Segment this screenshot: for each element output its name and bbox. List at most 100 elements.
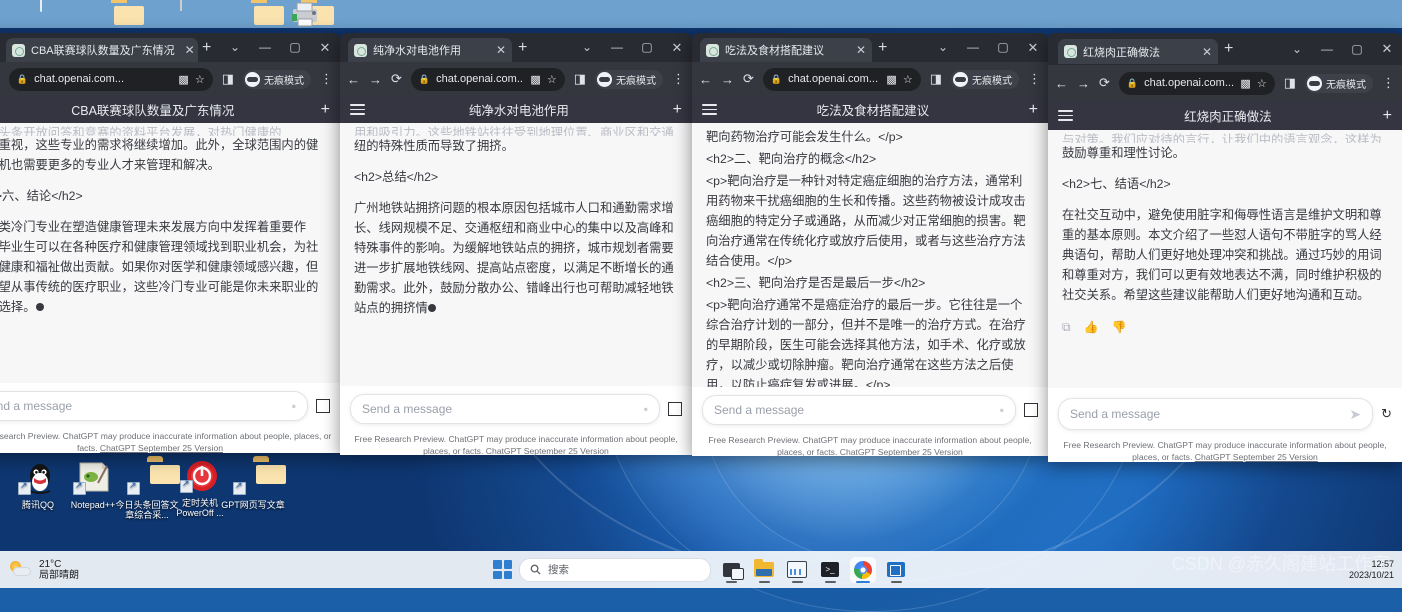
qr-code-icon[interactable]: ▩ (886, 73, 896, 86)
conversation-content[interactable]: 与对策。我们应对待的言行，让我们中的语言观念，这样为了 鼓励尊重和理性讨论。 <… (1048, 130, 1402, 388)
taskbar-search[interactable]: 搜索 (519, 557, 711, 582)
close-tab-icon[interactable]: ✕ (852, 43, 866, 57)
version-link[interactable]: ChatGPT September 25 Version (840, 447, 963, 456)
address-bar[interactable]: 🔒 chat.openai.com... ▩ ☆ (410, 67, 565, 91)
back-icon[interactable]: ← (699, 72, 712, 87)
stop-generating-icon[interactable] (1024, 403, 1038, 417)
taskbar-task-view[interactable] (718, 557, 744, 583)
qr-code-icon[interactable]: ▩ (1240, 77, 1250, 90)
message-input[interactable]: Send a message ▪ (702, 395, 1016, 425)
taskbar-file-explorer[interactable] (751, 557, 777, 583)
bookmark-star-icon[interactable]: ☆ (547, 73, 557, 86)
window-controls[interactable]: ⌄ — ▢ ✕ (220, 33, 340, 62)
side-panel-icon[interactable]: ◨ (222, 71, 234, 87)
address-bar[interactable]: 🔒 chat.openai.com... ▩ ☆ (762, 67, 921, 91)
regenerate-icon[interactable]: ↻ (1381, 406, 1392, 422)
side-panel-icon[interactable]: ◨ (1284, 75, 1296, 91)
window-controls[interactable]: ⌄ — ▢ ✕ (1282, 33, 1402, 65)
conversation-content[interactable]: 靶向药物治疗可能会发生什么。</p> <h2>二、靶向治疗的概念</h2> <p… (692, 123, 1048, 387)
new-chat-icon[interactable]: + (673, 101, 682, 117)
send-icon[interactable]: ▪ (292, 399, 296, 413)
close-window-button[interactable]: ✕ (662, 33, 692, 62)
send-icon[interactable]: ▪ (644, 402, 648, 416)
window-controls[interactable]: ⌄ — ▢ ✕ (572, 33, 692, 62)
close-window-button[interactable]: ✕ (310, 33, 340, 62)
minimize-button[interactable]: — (250, 33, 280, 62)
browser-tab[interactable]: 纯净水对电池作用 ✕ (348, 38, 512, 62)
side-panel-icon[interactable]: ◨ (574, 71, 586, 87)
menu-icon[interactable] (350, 101, 365, 118)
menu-icon[interactable] (702, 101, 717, 118)
copy-icon[interactable]: ⧉ (1062, 320, 1071, 335)
composer[interactable]: Send a message ▪ (0, 383, 340, 425)
taskbar-video[interactable] (883, 557, 909, 583)
composer[interactable]: Send a message ➤ ↻ (1048, 388, 1402, 434)
browser-window-4[interactable]: 红烧肉正确做法 ✕ + ⌄ — ▢ ✕ ← → ⟳ 🔒 chat.openai.… (1048, 33, 1402, 462)
window-controls[interactable]: ⌄ — ▢ ✕ (928, 33, 1048, 62)
close-window-button[interactable]: ✕ (1372, 33, 1402, 65)
forward-icon[interactable]: → (369, 72, 382, 87)
side-panel-icon[interactable]: ◨ (930, 71, 942, 87)
maximize-button[interactable]: ▢ (988, 33, 1018, 62)
desktop-shortcut-gpt-folder[interactable]: GPT网页写文章 (218, 461, 288, 510)
qr-code-icon[interactable]: ▩ (530, 73, 540, 86)
browser-window-2[interactable]: 纯净水对电池作用 ✕ + ⌄ — ▢ ✕ ← → ⟳ 🔒 chat.openai… (340, 33, 692, 455)
minimize-button[interactable]: — (602, 33, 632, 62)
stop-generating-icon[interactable] (668, 402, 682, 416)
browser-toolbar[interactable]: → ⟳ 🔒 chat.openai.com... ▩ ☆ ◨ 无痕模式 ⋮ (0, 62, 340, 96)
thumbs-up-icon[interactable]: 👍 (1084, 320, 1099, 335)
chrome-menu-icon[interactable]: ⋮ (672, 71, 685, 87)
reload-icon[interactable]: ⟳ (1099, 75, 1110, 91)
new-chat-icon[interactable]: + (1383, 107, 1392, 123)
taskbar-center[interactable]: 搜索 >_ (0, 556, 1402, 583)
bookmark-star-icon[interactable]: ☆ (195, 73, 205, 86)
send-icon[interactable]: ▪ (1000, 403, 1004, 417)
browser-toolbar[interactable]: ← → ⟳ 🔒 chat.openai.com... ▩ ☆ ◨ 无痕模式 ⋮ (692, 62, 1048, 96)
message-input[interactable]: Send a message ▪ (0, 391, 308, 421)
chrome-menu-icon[interactable]: ⋮ (1028, 71, 1041, 87)
taskbar-terminal[interactable]: >_ (817, 557, 843, 583)
conversation-content[interactable]: 用和吸引力。这些地铁站往往受到地理位置、商业区和交通枢 纽的特殊性质而导致了拥挤… (340, 123, 692, 386)
close-tab-icon[interactable]: ✕ (492, 43, 506, 57)
minimize-button[interactable]: — (1312, 33, 1342, 65)
thumbs-down-icon[interactable]: 👎 (1112, 320, 1127, 335)
tab-search-icon[interactable]: ⌄ (928, 33, 958, 62)
tab-search-icon[interactable]: ⌄ (572, 33, 602, 62)
conversation-content[interactable]: 并且头条开放问答和竞赛的资料平台发展，对热门健康的 日益重视，这些专业的需求将继… (0, 123, 340, 383)
close-window-button[interactable]: ✕ (1018, 33, 1048, 62)
incognito-badge[interactable]: 无痕模式 (951, 69, 1019, 89)
address-bar[interactable]: 🔒 chat.openai.com... ▩ ☆ (1118, 71, 1275, 95)
new-chat-icon[interactable]: + (321, 101, 330, 117)
browser-toolbar[interactable]: ← → ⟳ 🔒 chat.openai.com... ▩ ☆ ◨ 无痕模式 ⋮ (1048, 65, 1402, 101)
composer[interactable]: Send a message ▪ (692, 387, 1048, 429)
chrome-menu-icon[interactable]: ⋮ (1382, 75, 1395, 91)
minimize-button[interactable]: — (958, 33, 988, 62)
close-tab-icon[interactable]: ✕ (1198, 45, 1212, 59)
taskbar-chrome[interactable] (850, 556, 876, 583)
maximize-button[interactable]: ▢ (1342, 33, 1372, 65)
reload-icon[interactable]: ⟳ (743, 71, 754, 87)
message-input[interactable]: Send a message ▪ (350, 394, 660, 424)
send-icon[interactable]: ➤ (1349, 406, 1361, 423)
forward-icon[interactable]: → (1077, 76, 1090, 91)
taskbar-clock[interactable]: 12:57 2023/10/21 (1349, 559, 1394, 581)
back-icon[interactable]: ← (347, 72, 360, 87)
stop-generating-icon[interactable] (316, 399, 330, 413)
message-actions[interactable]: ⧉ 👍 👎 (1048, 316, 1402, 335)
new-tab-button[interactable]: + (1224, 41, 1233, 57)
maximize-button[interactable]: ▢ (280, 33, 310, 62)
browser-window-3[interactable]: 吃法及食材搭配建议 ✕ + ⌄ — ▢ ✕ ← → ⟳ 🔒 chat.opena… (692, 33, 1048, 456)
bookmark-star-icon[interactable]: ☆ (1257, 77, 1267, 90)
new-chat-icon[interactable]: + (1029, 101, 1038, 117)
taskbar-tray[interactable]: 12:57 2023/10/21 (1349, 559, 1394, 581)
browser-tab[interactable]: 红烧肉正确做法 ✕ (1058, 39, 1218, 64)
version-link[interactable]: ChatGPT September 25 Version (486, 446, 609, 455)
forward-icon[interactable]: → (721, 72, 734, 87)
tab-search-icon[interactable]: ⌄ (1282, 33, 1312, 65)
address-bar[interactable]: 🔒 chat.openai.com... ▩ ☆ (8, 67, 213, 91)
new-tab-button[interactable]: + (518, 40, 527, 56)
version-link[interactable]: ChatGPT September 25 Version (100, 443, 223, 453)
version-link[interactable]: ChatGPT September 25 Version (1195, 452, 1318, 462)
new-tab-button[interactable]: + (878, 40, 887, 56)
reload-icon[interactable]: ⟳ (391, 71, 402, 87)
